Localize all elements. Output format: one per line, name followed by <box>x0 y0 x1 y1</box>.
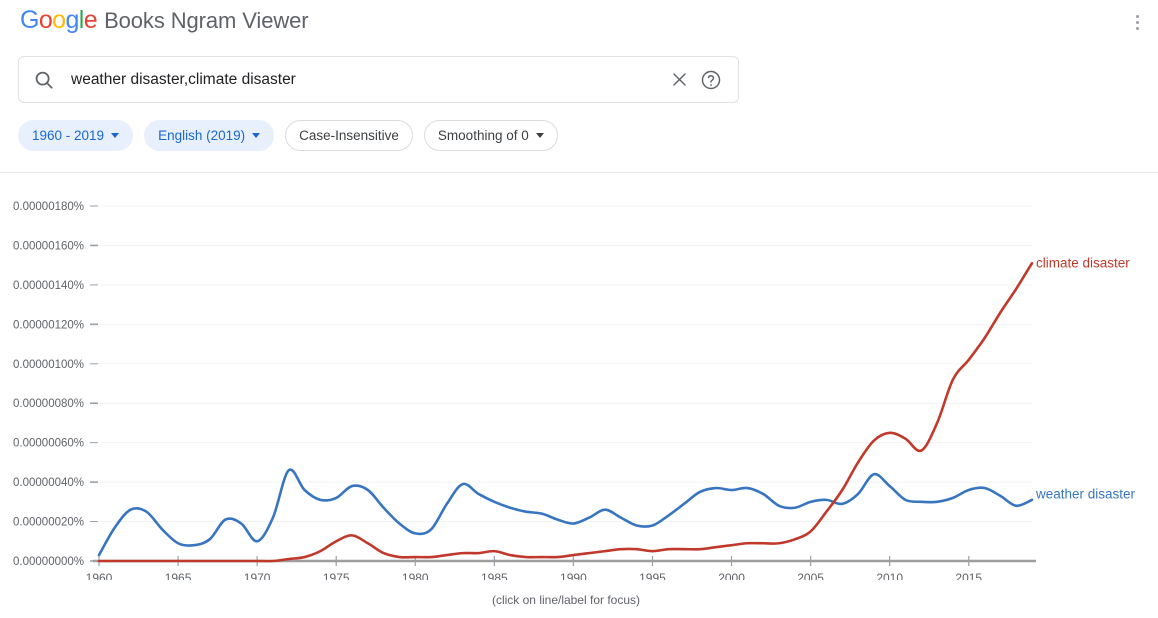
search-icon <box>33 69 55 91</box>
logo-letter-o1: o <box>38 6 53 34</box>
chevron-down-icon <box>111 133 120 138</box>
x-axis-tick-label: 2015 <box>955 571 982 580</box>
x-axis-tick-label: 2000 <box>718 571 745 580</box>
y-axis-tick-label: 0.00000060% <box>13 438 84 450</box>
kebab-dot-1 <box>1135 14 1139 18</box>
x-axis-tick-label: 2010 <box>876 571 903 580</box>
x-axis-tick-label: 1965 <box>165 571 192 580</box>
chip-smoothing[interactable]: Smoothing of 0 <box>423 120 558 151</box>
y-axis-tick-label: 0.00000180% <box>13 201 84 213</box>
ngram-chart[interactable]: 0.00000000% 0.00000020% 0.00000040% 0.00000… <box>0 180 1158 580</box>
logo-letter-g2: g <box>65 6 79 34</box>
page-title: Books Ngram Viewer <box>104 8 309 33</box>
chip-corpus[interactable]: English (2019) <box>144 120 275 151</box>
x-axis-tick-label: 1970 <box>244 571 271 580</box>
chip-case-insensitive-label: Case-Insensitive <box>299 128 399 143</box>
search-input[interactable] <box>69 69 666 90</box>
series-label-climate-disaster[interactable]: climate disaster <box>1036 256 1130 271</box>
x-axis-tick-label: 1990 <box>560 571 587 580</box>
logo-letter-e: e <box>83 6 98 34</box>
y-axis-tick-label: 0.00000000% <box>13 556 84 568</box>
y-axis-tick-label: 0.00000140% <box>13 280 84 292</box>
chart-svg[interactable]: 0.00000000% 0.00000020% 0.00000040% 0.00000… <box>0 180 1158 580</box>
chip-corpus-label: English (2019) <box>158 128 246 143</box>
y-axis-tick-label: 0.00000160% <box>13 240 84 252</box>
y-axis-tick-label: 0.00000040% <box>13 477 84 489</box>
google-logo: Google <box>20 6 98 35</box>
chip-year-range[interactable]: 1960 - 2019 <box>18 120 134 151</box>
logo-letter-g1: G <box>20 6 39 34</box>
y-axis-tick-label: 0.00000080% <box>13 398 84 410</box>
kebab-dot-2 <box>1135 20 1139 24</box>
filter-chip-row: 1960 - 2019 English (2019) Case-Insensit… <box>18 120 558 151</box>
x-axis-tick-label: 1975 <box>323 571 350 580</box>
y-axis-tick-label: 0.00000120% <box>13 319 84 331</box>
header-divider <box>0 172 1158 173</box>
chevron-down-icon <box>535 133 544 138</box>
x-axis-tick-label: 1980 <box>402 571 429 580</box>
search-bar[interactable] <box>18 56 739 103</box>
y-axis-tick-label: 0.00000020% <box>13 517 84 529</box>
series-line-climate-disaster[interactable] <box>97 261 1034 563</box>
chip-case-insensitive[interactable]: Case-Insensitive <box>285 120 413 151</box>
chip-smoothing-label: Smoothing of 0 <box>437 128 529 143</box>
app-header: Google Books Ngram Viewer <box>0 0 1158 46</box>
kebab-dot-3 <box>1135 26 1139 30</box>
chevron-down-icon <box>252 133 261 138</box>
help-circle-icon[interactable] <box>698 67 724 93</box>
x-axis-tick-label: 1985 <box>481 571 508 580</box>
x-axis-tick-label: 1995 <box>639 571 666 580</box>
close-icon[interactable] <box>666 67 692 93</box>
kebab-menu-icon[interactable] <box>1124 8 1150 36</box>
series-label-weather-disaster[interactable]: weather disaster <box>1035 486 1136 501</box>
chip-year-range-label: 1960 - 2019 <box>32 128 105 143</box>
x-axis-tick-label: 1960 <box>86 571 113 580</box>
x-axis-tick-label: 2005 <box>797 571 824 580</box>
chart-footnote: (click on line/label for focus) <box>491 593 641 607</box>
logo-letter-o2: o <box>52 6 66 34</box>
app-logo-and-title[interactable]: Google Books Ngram Viewer <box>20 6 309 35</box>
y-axis-tick-label: 0.00000100% <box>13 359 84 371</box>
ngram-viewer-page: Google Books Ngram Viewer weather disast… <box>0 0 1158 618</box>
